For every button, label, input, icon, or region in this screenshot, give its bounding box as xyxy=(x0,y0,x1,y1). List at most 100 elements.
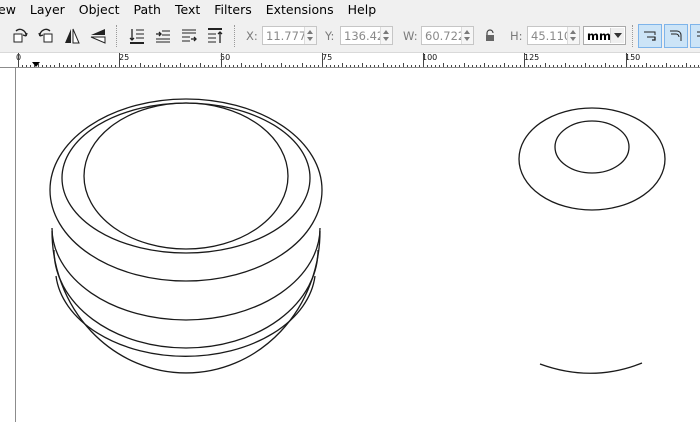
ruler-tick xyxy=(540,65,541,67)
ruler-tick xyxy=(350,65,351,67)
ruler-tick xyxy=(545,63,546,67)
ruler-tick xyxy=(50,65,51,67)
ruler-tick xyxy=(318,65,319,67)
ruler-tick xyxy=(366,65,367,67)
ruler-tick xyxy=(261,63,262,67)
menu-text[interactable]: Text xyxy=(168,0,207,20)
inner-ellipse[interactable] xyxy=(554,120,630,174)
canvas-drawing xyxy=(49,98,666,374)
ruler-tick xyxy=(496,65,497,67)
ruler-tick xyxy=(38,63,39,67)
ruler-tick xyxy=(480,65,481,67)
scale-corners-toggle[interactable] xyxy=(664,24,688,48)
rotate-ccw-button[interactable] xyxy=(9,25,31,47)
w-spinbox[interactable]: 60.722 xyxy=(421,26,474,45)
flip-horizontal-button[interactable] xyxy=(61,25,83,47)
ruler-tick xyxy=(650,65,651,67)
ruler-tick xyxy=(42,65,43,67)
ruler-tick xyxy=(168,65,169,67)
ruler-tick xyxy=(605,63,606,67)
ruler-tick xyxy=(127,65,128,67)
ruler-tick xyxy=(666,63,667,67)
y-spinbox[interactable]: 136.420 xyxy=(340,26,393,45)
ruler-tick xyxy=(54,65,55,67)
lock-icon xyxy=(484,29,496,43)
lower-button[interactable] xyxy=(152,25,174,47)
ruler-tick xyxy=(18,53,19,67)
menu-object[interactable]: Object xyxy=(72,0,127,20)
lower-to-bottom-button[interactable] xyxy=(126,25,148,47)
rotate-cw-button[interactable] xyxy=(35,25,57,47)
ruler-tick xyxy=(455,65,456,67)
flip-vertical-button[interactable] xyxy=(87,25,109,47)
drawing-canvas[interactable] xyxy=(16,68,700,422)
unit-select[interactable]: mm xyxy=(583,26,626,45)
menu-extensions[interactable]: Extensions xyxy=(259,0,341,20)
ruler-tick xyxy=(152,65,153,67)
h-spin-arrows[interactable] xyxy=(567,27,579,44)
menu-filters[interactable]: Filters xyxy=(207,0,258,20)
ruler-tick xyxy=(670,65,671,67)
ball-ring-bottom[interactable] xyxy=(51,230,321,374)
move-gradients-toggle[interactable] xyxy=(690,24,700,48)
ruler-tick xyxy=(516,65,517,67)
vertical-ruler[interactable] xyxy=(0,68,16,422)
y-spin-arrows[interactable] xyxy=(380,27,392,44)
ruler-tick xyxy=(678,65,679,67)
ruler-tick xyxy=(184,65,185,67)
ruler-tick xyxy=(577,65,578,67)
ruler-tick xyxy=(646,63,647,67)
ball-ring-3[interactable] xyxy=(51,227,321,321)
ruler-tick xyxy=(512,65,513,67)
h-spinbox[interactable]: 45.110 xyxy=(527,26,580,45)
ruler-tick xyxy=(569,65,570,67)
scale-stroke-toggle[interactable] xyxy=(638,24,662,48)
lock-ratio-button[interactable] xyxy=(480,25,500,47)
ruler-tick xyxy=(549,65,550,67)
ruler-tick xyxy=(156,65,157,67)
ruler-tick xyxy=(322,53,323,67)
ruler-tick xyxy=(204,65,205,67)
ruler-tick xyxy=(698,65,699,67)
raise-button[interactable] xyxy=(178,25,200,47)
ruler-tick xyxy=(59,63,60,67)
menu-help[interactable]: Help xyxy=(341,0,384,20)
ball-ring-2[interactable] xyxy=(49,98,323,282)
outer-ellipse[interactable] xyxy=(518,107,666,211)
ruler-tick xyxy=(160,63,161,67)
ruler-tick xyxy=(443,63,444,67)
menu-view[interactable]: ew xyxy=(0,0,23,20)
horizontal-ruler[interactable]: 0 25 50 75 100 125 150 xyxy=(0,53,700,68)
ruler-tick xyxy=(536,65,537,67)
ruler-tick xyxy=(354,65,355,67)
ruler-tick xyxy=(573,65,574,67)
bottom-arc[interactable] xyxy=(539,362,643,374)
ball-ring-5[interactable] xyxy=(55,275,316,357)
ruler-tick xyxy=(557,65,558,67)
w-spin-arrows[interactable] xyxy=(461,27,473,44)
ruler-tick xyxy=(642,65,643,67)
ruler-tick xyxy=(399,65,400,67)
menu-layer[interactable]: Layer xyxy=(23,0,72,20)
ruler-tick xyxy=(342,63,343,67)
x-spinbox[interactable]: 11.777 xyxy=(262,26,317,45)
rotate-cw-icon xyxy=(36,26,56,46)
ruler-tick xyxy=(22,65,23,67)
ball-ring-top[interactable] xyxy=(83,102,289,250)
raise-to-top-button[interactable] xyxy=(204,25,226,47)
ruler-tick xyxy=(500,65,501,67)
ruler-tick xyxy=(269,65,270,67)
ruler-tick xyxy=(249,65,250,67)
ruler-tick xyxy=(358,65,359,67)
ruler-tick xyxy=(601,65,602,67)
ruler-tick xyxy=(123,65,124,67)
menu-path[interactable]: Path xyxy=(127,0,168,20)
ruler-tick xyxy=(334,65,335,67)
ruler-tick xyxy=(208,65,209,67)
ruler-tick xyxy=(257,65,258,67)
ruler-tick xyxy=(492,65,493,67)
ruler-tick xyxy=(285,65,286,67)
ball-ring-1[interactable] xyxy=(61,102,311,254)
ruler-tick xyxy=(180,63,181,67)
x-spin-arrows[interactable] xyxy=(304,27,316,44)
